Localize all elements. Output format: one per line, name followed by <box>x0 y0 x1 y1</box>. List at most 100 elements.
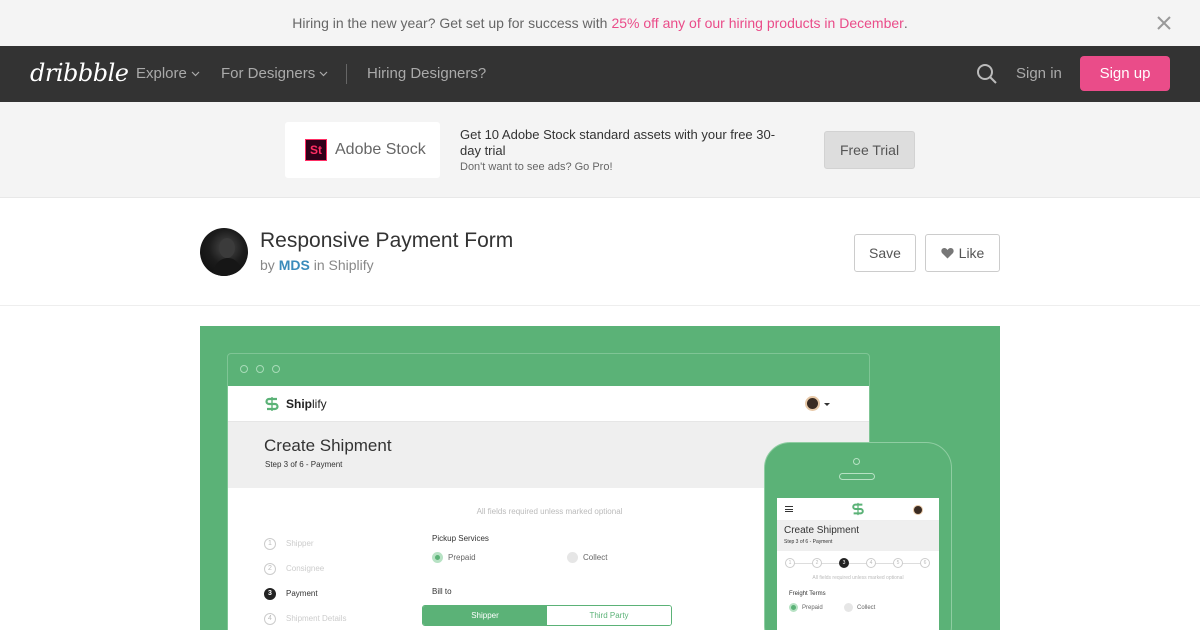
phone-mockup: Create Shipment Step 3 of 6 - Payment 1 … <box>764 442 952 630</box>
ad-brand-name: Adobe Stock <box>335 141 426 158</box>
step-label: Consignee <box>286 564 325 573</box>
chevron-down-icon <box>191 71 200 76</box>
chevron-down-icon <box>319 71 328 76</box>
save-button[interactable]: Save <box>854 234 916 272</box>
heart-icon <box>941 248 954 259</box>
freight-terms-label: Freight Terms <box>789 591 826 597</box>
radio-on-icon <box>789 603 798 612</box>
byline-in: in <box>313 257 325 273</box>
go-pro-link[interactable]: Don't want to see ads? Go Pro! <box>460 161 613 173</box>
shot-header: Responsive Payment Form by MDS in Shipli… <box>0 198 1200 306</box>
nav-for-designers-label: For Designers <box>221 65 316 82</box>
mockup-step: Step 3 of 6 - Payment <box>265 460 343 469</box>
step-number: 3 <box>264 587 276 600</box>
search-icon[interactable] <box>976 63 998 85</box>
user-avatar <box>805 396 820 411</box>
shiplify-s-icon <box>852 502 864 516</box>
step-number: 4 <box>264 612 276 625</box>
bill-to-label: Bill to <box>432 587 452 596</box>
step-track-line <box>790 563 926 564</box>
radio-on-icon <box>432 552 443 563</box>
mockup-app-bar: Ship lify <box>228 386 869 422</box>
step-dot: 4 <box>866 558 876 568</box>
byline-by: by <box>260 257 275 273</box>
promo-text: Hiring in the new year? Get set up for s… <box>292 15 608 31</box>
team-link[interactable]: Shiplify <box>329 257 374 273</box>
phone-radio-prepaid: Prepaid <box>789 603 823 612</box>
caret-down-icon <box>824 403 830 406</box>
window-dots <box>240 365 280 373</box>
radio-label: Prepaid <box>448 553 476 562</box>
logo-rest: lify <box>312 397 327 411</box>
nav-hiring-label: Hiring Designers? <box>367 65 487 82</box>
page-title: Responsive Payment Form <box>260 229 514 252</box>
signin-link[interactable]: Sign in <box>1016 65 1062 82</box>
logo-bold: Ship <box>286 397 312 411</box>
step-dot-active: 3 <box>839 558 849 568</box>
phone-step: Step 3 of 6 - Payment <box>784 539 833 545</box>
step-item: 4 Shipment Details <box>264 606 346 630</box>
like-button[interactable]: Like <box>925 234 1000 272</box>
step-dot: 5 <box>893 558 903 568</box>
nav-divider <box>346 64 347 84</box>
step-item-active: 3 Payment <box>264 581 346 606</box>
phone-app-bar <box>777 498 939 521</box>
radio-off-icon <box>844 603 853 612</box>
shot-byline: by MDS in Shiplify <box>260 257 374 273</box>
bill-third-party-option: Third Party <box>547 606 671 625</box>
user-avatar <box>913 505 923 515</box>
free-trial-button[interactable]: Free Trial <box>824 131 915 169</box>
step-label: Payment <box>286 589 318 598</box>
promo-banner: Hiring in the new year? Get set up for s… <box>0 0 1200 46</box>
bill-shipper-option: Shipper <box>423 606 547 625</box>
top-nav: dribbble Explore For Designers Hiring De… <box>0 46 1200 102</box>
nav-explore-label: Explore <box>136 65 187 82</box>
ad-banner: St Adobe Stock Get 10 Adobe Stock standa… <box>0 102 1200 198</box>
author-link[interactable]: MDS <box>279 257 310 273</box>
bill-to-toggle: Shipper Third Party <box>422 605 672 626</box>
shot-image[interactable]: Ship lify Create Shipment Step 3 of 6 - P… <box>200 326 1000 630</box>
promo-link[interactable]: 25% off any of our hiring products in De… <box>611 15 903 31</box>
phone-header: Create Shipment Step 3 of 6 - Payment <box>777 521 939 551</box>
phone-speaker <box>839 473 875 480</box>
step-list: 1 Shipper 2 Consignee 3 Payment 4 Shipme… <box>264 531 346 630</box>
step-number: 2 <box>264 562 276 575</box>
shiplify-logo: Ship lify <box>264 396 327 412</box>
phone-camera <box>853 458 860 465</box>
menu-icon <box>785 506 793 512</box>
step-dot: 2 <box>812 558 822 568</box>
phone-radio-collect: Collect <box>844 603 875 612</box>
phone-title: Create Shipment <box>784 525 860 536</box>
phone-step-tracker: 1 2 3 4 5 6 <box>785 558 931 568</box>
like-label: Like <box>958 245 985 261</box>
adobe-stock-icon: St <box>305 139 327 161</box>
phone-required-note: All fields required unless marked option… <box>812 575 904 581</box>
window-dot <box>240 365 248 373</box>
avatar[interactable] <box>200 228 248 276</box>
step-dot: 6 <box>920 558 930 568</box>
step-dot: 1 <box>785 558 795 568</box>
adobe-stock-logo[interactable]: St Adobe Stock <box>285 122 440 178</box>
signup-button[interactable]: Sign up <box>1080 56 1170 91</box>
ad-text[interactable]: Get 10 Adobe Stock standard assets with … <box>460 127 780 159</box>
step-label: Shipper <box>286 539 314 548</box>
shiplify-s-icon <box>265 397 279 411</box>
mockup-title: Create Shipment <box>264 436 392 455</box>
nav-hiring-designers[interactable]: Hiring Designers? <box>367 65 486 82</box>
radio-label: Collect <box>583 553 608 562</box>
radio-collect: Collect <box>567 552 607 563</box>
avatar-portrait <box>212 238 242 276</box>
radio-label: Prepaid <box>802 604 823 611</box>
window-dot <box>256 365 264 373</box>
step-label: Shipment Details <box>286 614 347 623</box>
pickup-label: Pickup Services <box>432 534 489 543</box>
dribbble-logo[interactable]: dribbble <box>30 59 129 87</box>
radio-off-icon <box>567 552 578 563</box>
step-item: 1 Shipper <box>264 531 346 556</box>
close-icon[interactable] <box>1154 13 1174 33</box>
nav-for-designers[interactable]: For Designers <box>221 65 328 82</box>
window-dot <box>272 365 280 373</box>
radio-label: Collect <box>857 604 876 611</box>
step-item: 2 Consignee <box>264 556 346 581</box>
nav-explore[interactable]: Explore <box>136 65 200 82</box>
